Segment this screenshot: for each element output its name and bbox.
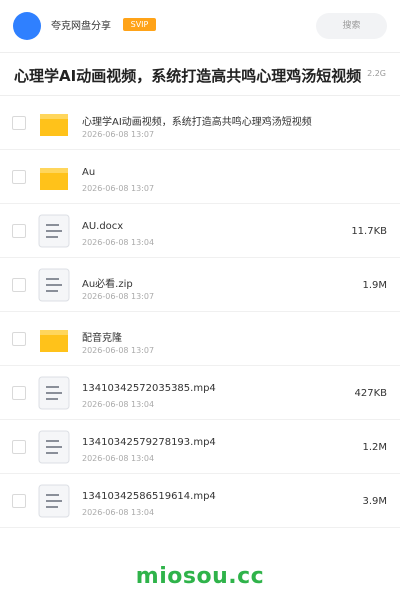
file-date: 2026-06-08 13:04 xyxy=(82,238,155,247)
file-row[interactable]: Au 2026-06-08 13:07 xyxy=(0,150,400,204)
file-row[interactable]: 13410342586519614.mp4 2026-06-08 13:04 3.9… xyxy=(0,474,400,528)
file-list: 心理学AI动画视频，系统打造高共鸣心理鸡汤短视频 2026-06-08 13:07… xyxy=(0,96,400,528)
file-row[interactable]: 配音克隆 2026-06-08 13:07 xyxy=(0,312,400,366)
row-checkbox[interactable] xyxy=(12,224,26,238)
document-icon xyxy=(38,268,70,302)
row-checkbox[interactable] xyxy=(12,386,26,400)
search-button[interactable]: 搜索 xyxy=(316,13,387,39)
file-date: 2026-06-08 13:04 xyxy=(82,508,155,517)
folder-icon xyxy=(38,106,70,140)
document-icon xyxy=(38,214,70,248)
file-date: 2026-06-08 13:07 xyxy=(82,292,155,301)
file-date: 2026-06-08 13:07 xyxy=(82,130,155,139)
file-row[interactable]: AU.docx 2026-06-08 13:04 11.7KB xyxy=(0,204,400,258)
row-checkbox[interactable] xyxy=(12,440,26,454)
document-icon xyxy=(38,484,70,518)
file-name: Au必看.zip xyxy=(82,279,133,290)
file-row[interactable]: 心理学AI动画视频，系统打造高共鸣心理鸡汤短视频 2026-06-08 13:07 xyxy=(0,96,400,150)
folder-icon xyxy=(38,160,70,194)
user-name: 夸克网盘分享 xyxy=(51,21,111,32)
file-name: 13410342579278193.mp4 xyxy=(82,437,216,448)
file-name: Au xyxy=(82,167,96,178)
file-size: 1.2M xyxy=(362,442,387,453)
svip-badge: SVIP xyxy=(123,18,156,31)
file-row[interactable]: 13410342579278193.mp4 2026-06-08 13:04 1.2… xyxy=(0,420,400,474)
row-checkbox[interactable] xyxy=(12,170,26,184)
document-icon xyxy=(38,430,70,464)
file-name: AU.docx xyxy=(82,221,124,232)
row-checkbox[interactable] xyxy=(12,494,26,508)
file-date: 2026-06-08 13:07 xyxy=(82,346,155,355)
file-name: 配音克隆 xyxy=(82,333,122,344)
file-name: 13410342572035385.mp4 xyxy=(82,383,216,394)
row-checkbox[interactable] xyxy=(12,332,26,346)
file-size: 1.9M xyxy=(362,280,387,291)
file-date: 2026-06-08 13:04 xyxy=(82,454,155,463)
top-header: 夸克网盘分享 SVIP 搜索 xyxy=(0,0,400,52)
document-icon xyxy=(38,376,70,410)
file-name: 13410342586519614.mp4 xyxy=(82,491,216,502)
row-checkbox[interactable] xyxy=(12,278,26,292)
file-row[interactable]: Au必看.zip 2026-06-08 13:07 1.9M xyxy=(0,258,400,312)
page-title: 心理学AI动画视频，系统打造高共鸣心理鸡汤短视频 xyxy=(14,67,362,85)
file-date: 2026-06-08 13:04 xyxy=(82,400,155,409)
footer-brand: miosou.cc xyxy=(135,564,265,589)
file-name: 心理学AI动画视频，系统打造高共鸣心理鸡汤短视频 xyxy=(82,117,312,128)
row-divider xyxy=(0,527,400,528)
file-size: 3.9M xyxy=(362,496,387,507)
avatar[interactable] xyxy=(13,12,41,40)
total-size: 2.2G xyxy=(367,69,386,78)
row-checkbox[interactable] xyxy=(12,116,26,130)
file-row[interactable]: 13410342572035385.mp4 2026-06-08 13:04 427… xyxy=(0,366,400,420)
folder-icon xyxy=(38,322,70,356)
file-size: 427KB xyxy=(354,388,387,399)
file-size: 11.7KB xyxy=(351,226,387,237)
file-date: 2026-06-08 13:07 xyxy=(82,184,155,193)
title-bar: 心理学AI动画视频，系统打造高共鸣心理鸡汤短视频 2.2G xyxy=(0,53,400,95)
